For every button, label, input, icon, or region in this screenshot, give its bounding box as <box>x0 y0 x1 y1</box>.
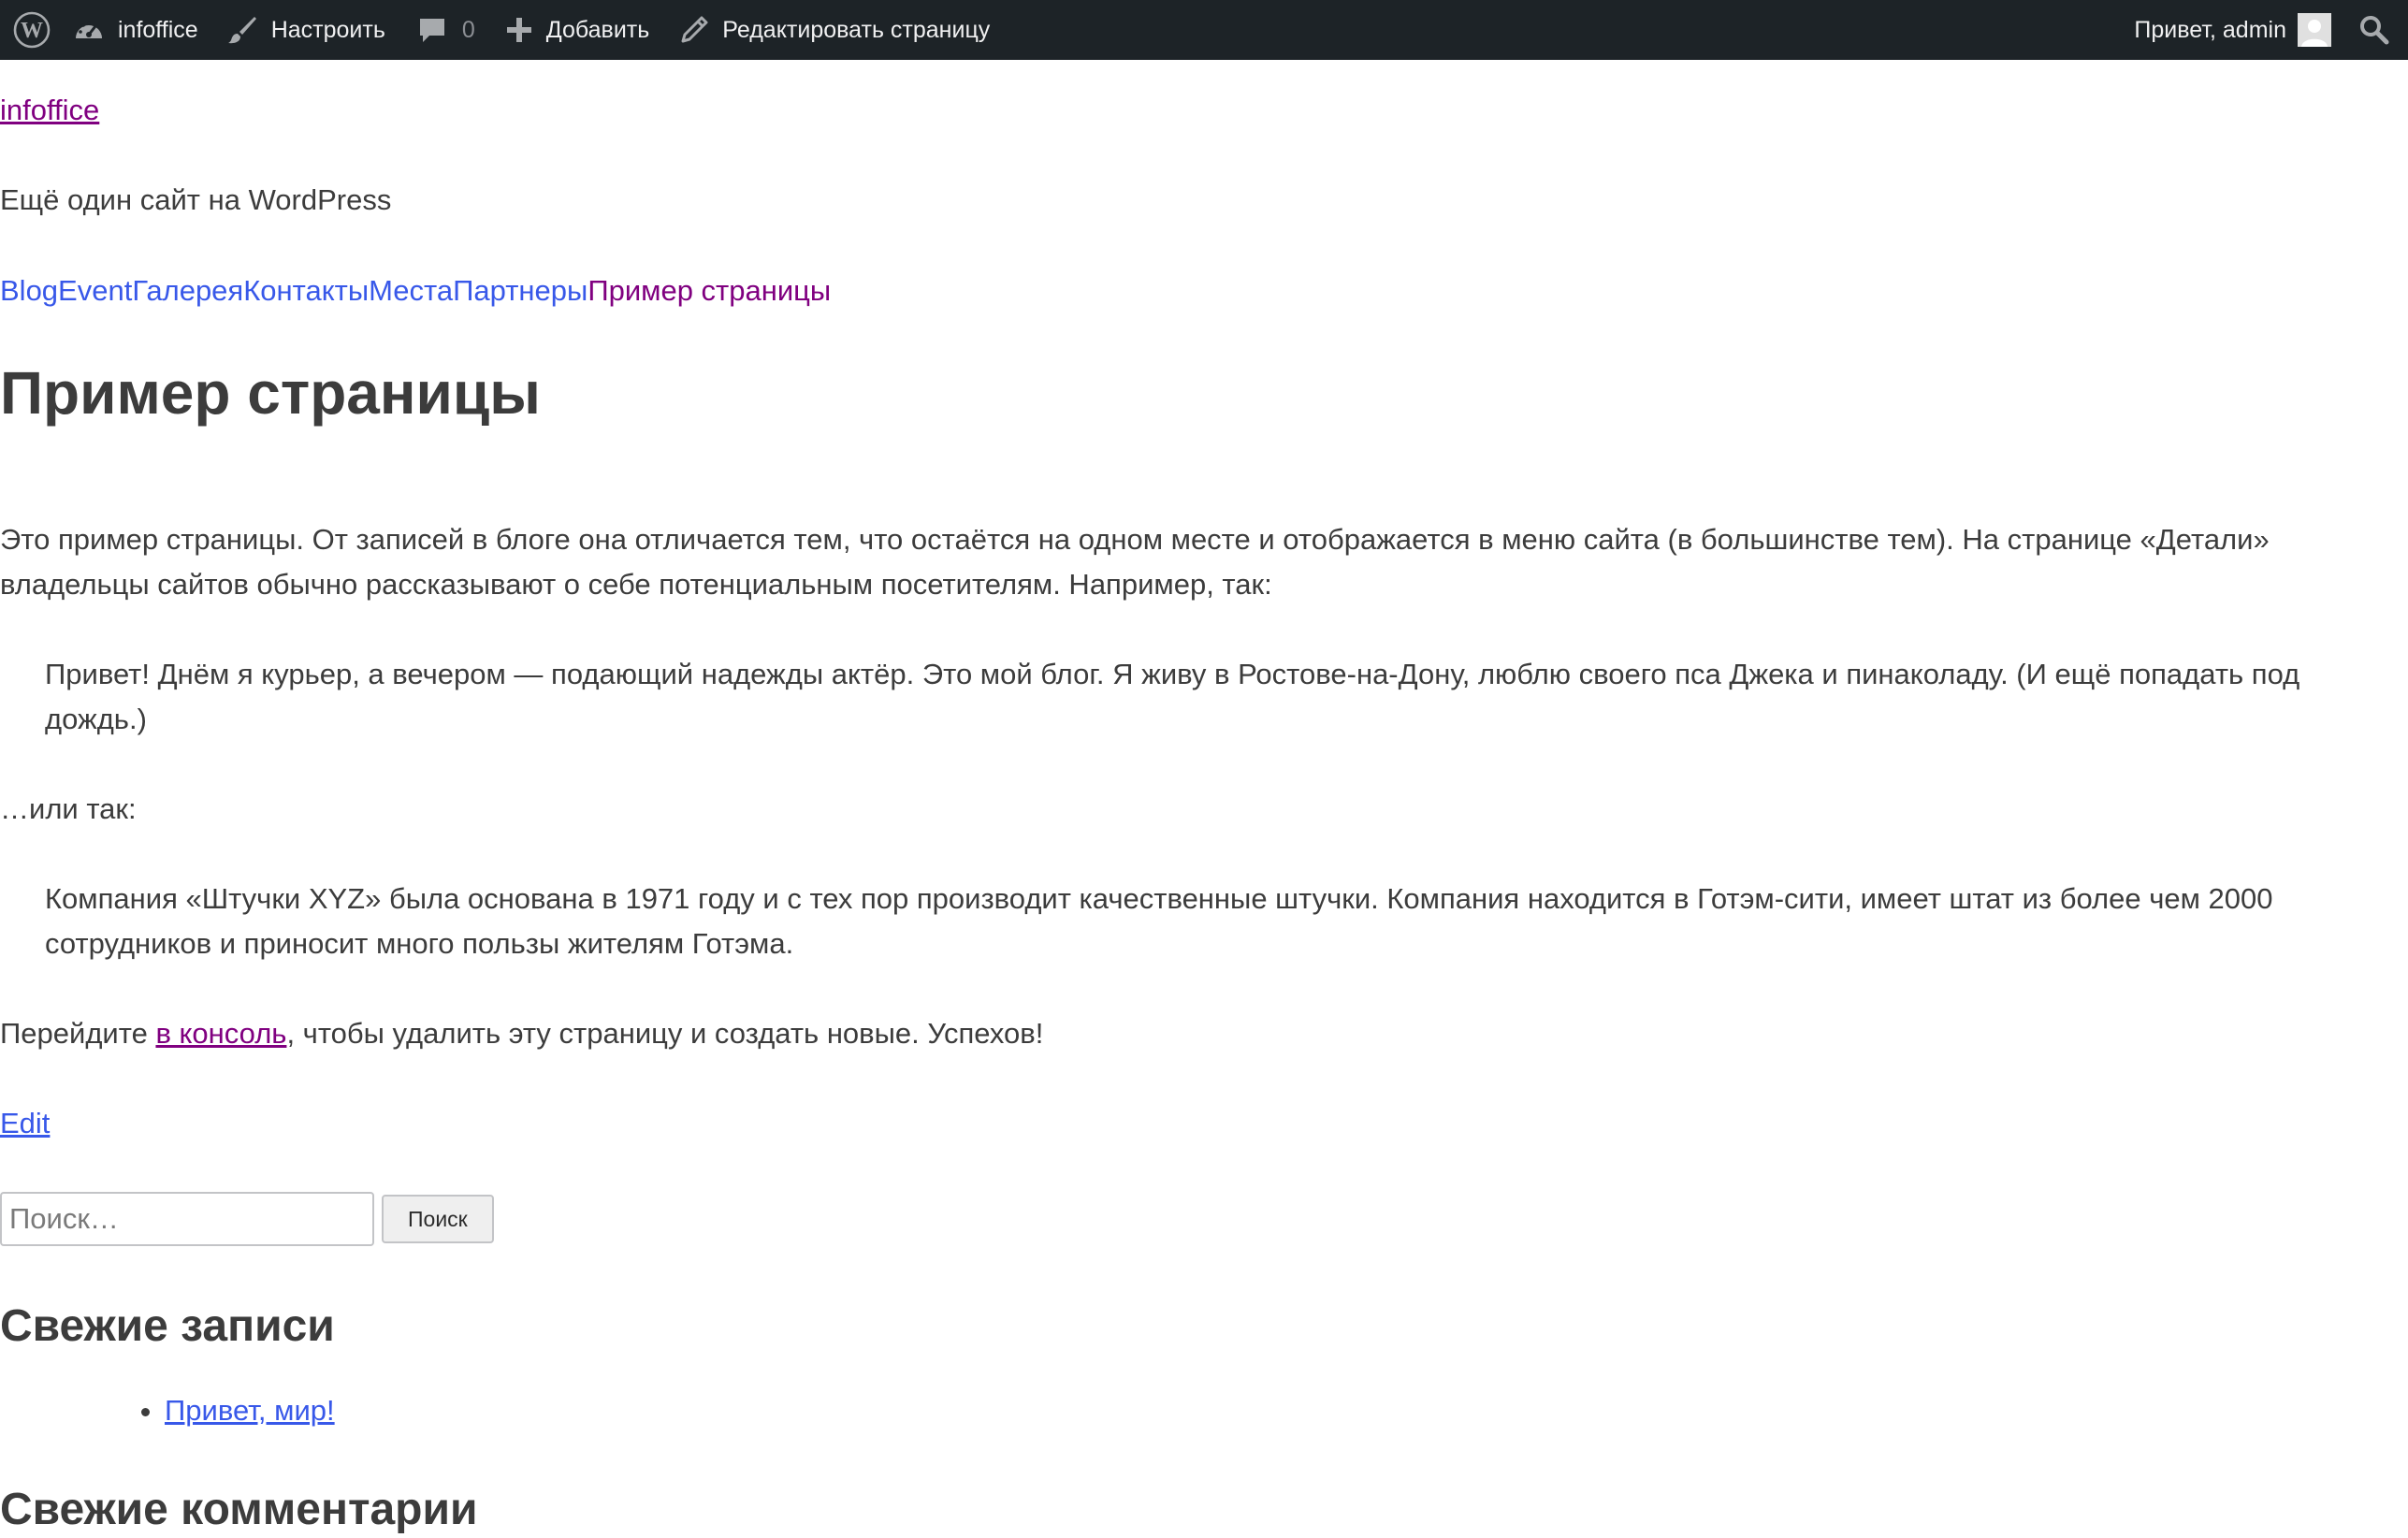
search-icon <box>2359 15 2389 45</box>
edit-page-button[interactable]: Редактировать страницу <box>666 0 1005 60</box>
admin-bar: W infoffice Настроить 0 Добавить Редакти… <box>0 0 2408 60</box>
list-item: Привет, мир! <box>165 1388 335 1433</box>
recent-posts-title: Свежие записи <box>0 1301 335 1351</box>
nav-item-blog[interactable]: Blog <box>0 268 58 313</box>
recent-comments-title: Свежие комментарии <box>0 1485 478 1534</box>
customize-button[interactable]: Настроить <box>211 0 402 60</box>
recent-posts-list: Привет, мир! <box>0 1388 335 1433</box>
console-link[interactable]: в консоль <box>155 1017 286 1050</box>
nav-item-gallery[interactable]: Галерея <box>132 268 243 313</box>
pencil-icon <box>679 15 709 45</box>
outro-paragraph: Перейдите в консоль, чтобы удалить эту с… <box>0 1011 2357 1056</box>
quote-courier: Привет! Днём я курьер, а вечером — подаю… <box>45 658 2300 735</box>
nav-item-partners[interactable]: Партнеры <box>453 268 587 313</box>
search-form: Поиск <box>0 1192 494 1246</box>
primary-navigation: Blog Event Галерея Контакты Места Партне… <box>0 268 831 313</box>
add-new-label: Добавить <box>545 16 650 43</box>
adminbar-search-button[interactable] <box>2346 0 2408 60</box>
quote-company: Компания «Штучки XYZ» была основана в 19… <box>45 882 2273 960</box>
wordpress-logo-button[interactable]: W <box>0 0 65 60</box>
greeting-label: Привет, admin <box>2134 16 2286 43</box>
add-new-button[interactable]: Добавить <box>492 0 667 60</box>
customize-label: Настроить <box>270 16 385 43</box>
nav-item-contacts[interactable]: Контакты <box>243 268 369 313</box>
nav-item-sample-page[interactable]: Пример страницы <box>587 268 831 313</box>
nav-item-places[interactable]: Места <box>369 268 453 313</box>
brush-icon <box>226 14 258 46</box>
site-name-label: infoffice <box>118 16 198 43</box>
page-title: Пример страницы <box>0 359 541 427</box>
avatar <box>2298 13 2331 47</box>
or-paragraph: …или так: <box>0 792 137 825</box>
dashboard-icon <box>73 16 105 44</box>
nav-item-event[interactable]: Event <box>58 268 132 313</box>
outro-text-before: Перейдите <box>0 1017 156 1050</box>
my-account-menu[interactable]: Привет, admin <box>2123 0 2346 60</box>
comment-icon <box>417 15 447 45</box>
wordpress-logo-icon: W <box>13 11 51 49</box>
site-title-link[interactable]: infoffice <box>0 88 99 133</box>
plus-icon <box>505 16 533 44</box>
recent-post-link[interactable]: Привет, мир! <box>165 1394 335 1427</box>
svg-text:W: W <box>21 19 43 43</box>
search-button[interactable]: Поиск <box>382 1195 494 1243</box>
site-description: Ещё один сайт на WordPress <box>0 183 392 216</box>
site-name-menu[interactable]: infoffice <box>65 0 211 60</box>
intro-paragraph: Это пример страницы. От записей в блоге … <box>0 523 2270 601</box>
edit-link[interactable]: Edit <box>0 1101 50 1146</box>
comments-count: 0 <box>461 16 475 43</box>
edit-page-label: Редактировать страницу <box>722 16 991 43</box>
comments-button[interactable]: 0 <box>402 0 492 60</box>
search-input[interactable] <box>0 1192 374 1246</box>
outro-text-after: , чтобы удалить эту страницу и создать н… <box>286 1017 1044 1050</box>
